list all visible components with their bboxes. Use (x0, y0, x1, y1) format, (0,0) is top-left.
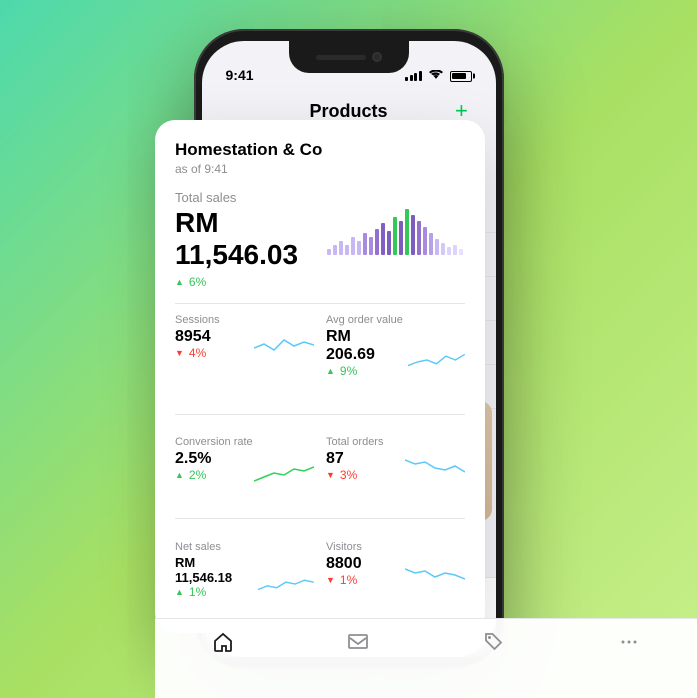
metric-conversion: Conversion rate 2.5% 2% (175, 436, 314, 496)
battery-icon (450, 71, 472, 82)
metric-orders-row: 87 3% (326, 450, 465, 482)
metric-sessions: Sessions 8954 4% (175, 314, 314, 392)
metric-net-row: RM 11,546.18 1% (175, 555, 314, 613)
visitors-change: 1% (326, 573, 362, 587)
signal-icon (405, 71, 422, 81)
net-change: 1% (175, 585, 250, 599)
avg-change: 9% (326, 364, 400, 378)
total-sales-value: RM 11,546.03 (175, 207, 325, 271)
camera (372, 52, 382, 62)
total-sales-label: Total sales (175, 190, 465, 205)
metric-avg-label: Avg order value (326, 314, 465, 326)
store-timestamp: as of 9:41 (175, 162, 465, 176)
metric-sessions-label: Sessions (175, 314, 314, 326)
divider (175, 303, 465, 304)
metric-conversion-row: 2.5% 2% (175, 450, 314, 496)
metric-net-label: Net sales (175, 541, 314, 553)
wifi-icon (429, 69, 443, 83)
metric-visitors: Visitors 8800 1% (326, 541, 465, 613)
metrics-grid: Sessions 8954 4% Avg order value RM 206.… (175, 314, 465, 613)
analytics-card: Homestation & Co as of 9:41 Total sales … (155, 120, 485, 633)
overlay-tab-tag[interactable] (483, 631, 505, 653)
page-title: Products (309, 101, 387, 122)
status-time: 9:41 (226, 67, 254, 83)
sales-chart (325, 207, 465, 257)
notch (289, 41, 409, 73)
metric-orders-label: Total orders (326, 436, 465, 448)
overlay-tab-inbox[interactable] (347, 631, 369, 653)
overlay-tab-more[interactable] (618, 631, 640, 653)
status-icons (405, 69, 472, 83)
total-sales-row: RM 11,546.03 (175, 207, 465, 271)
divider-bottom (175, 518, 465, 519)
conversion-change: 2% (175, 468, 211, 482)
metric-avg-order: Avg order value RM 206.69 9% (326, 314, 465, 392)
bottom-tab-overlay (155, 618, 697, 698)
metric-avg-row: RM 206.69 9% (326, 328, 465, 392)
orders-change: 3% (326, 468, 357, 482)
total-sales-change: 6% (175, 275, 465, 289)
metric-sessions-row: 8954 4% (175, 328, 314, 360)
metric-visitors-label: Visitors (326, 541, 465, 553)
sessions-change: 4% (175, 346, 211, 360)
metric-net-sales: Net sales RM 11,546.18 1% (175, 541, 314, 613)
metric-conversion-label: Conversion rate (175, 436, 314, 448)
speaker (316, 55, 366, 60)
store-name: Homestation & Co (175, 140, 465, 160)
metric-visitors-row: 8800 1% (326, 555, 465, 587)
divider-mid (175, 414, 465, 415)
metric-total-orders: Total orders 87 3% (326, 436, 465, 496)
overlay-tab-home[interactable] (212, 631, 234, 653)
